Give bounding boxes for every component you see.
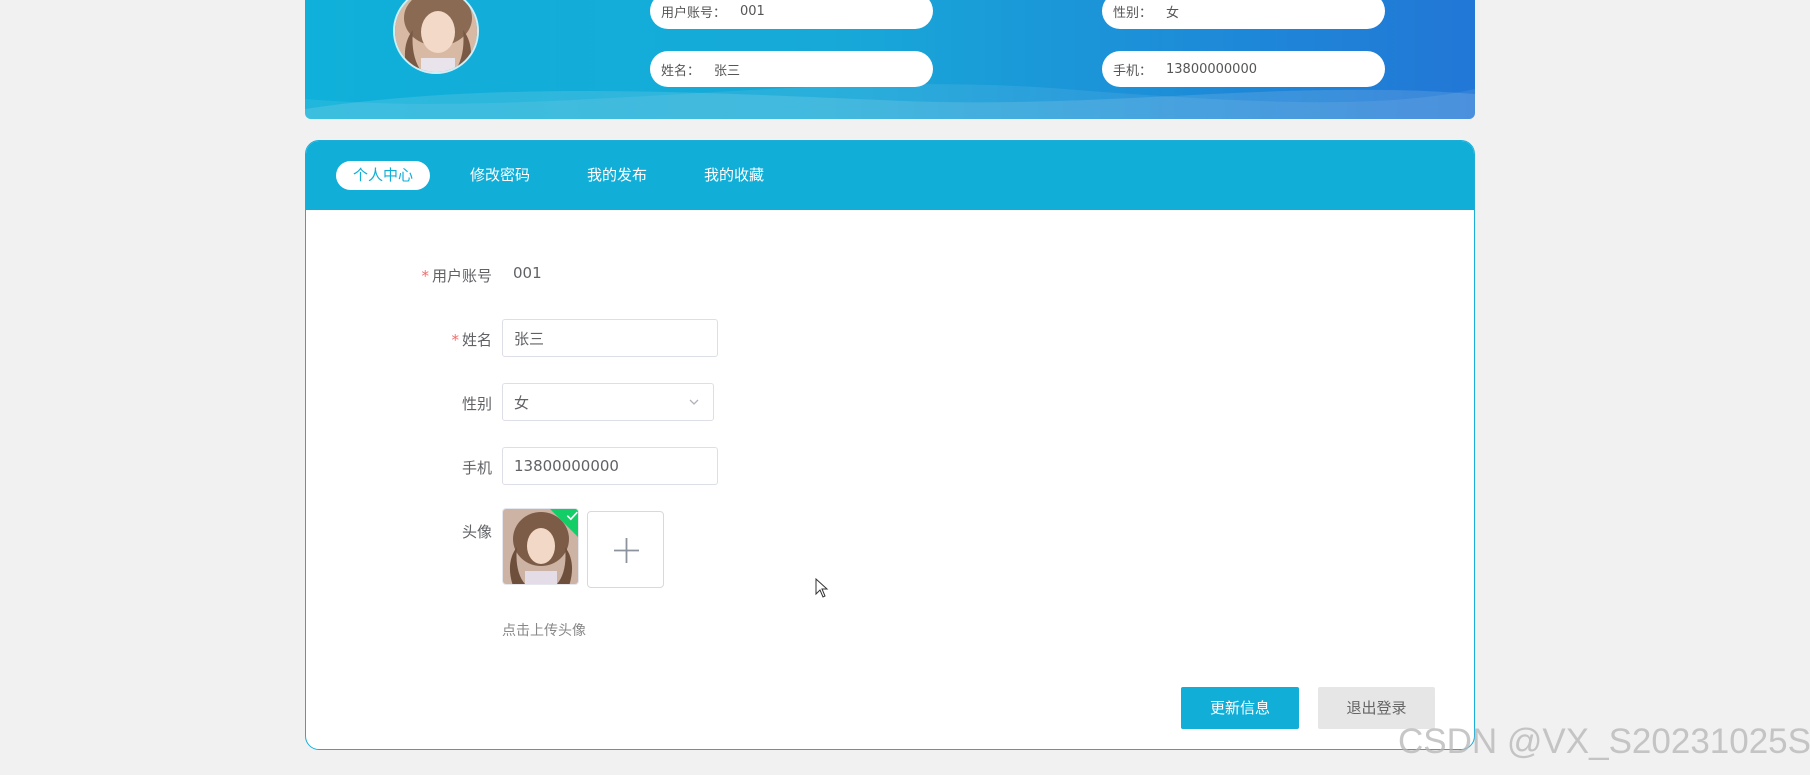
header-gender-label: 性别： bbox=[1113, 5, 1153, 21]
header-account-pill: 用户账号： 001 bbox=[650, 0, 933, 29]
tab-bar: 个人中心 修改密码 我的发布 我的收藏 bbox=[306, 141, 1474, 210]
uploaded-avatar-thumb[interactable] bbox=[502, 508, 579, 585]
header-account-value: 001 bbox=[740, 3, 765, 19]
check-icon bbox=[566, 511, 578, 521]
name-label: * 姓名 bbox=[306, 329, 492, 350]
mouse-cursor-icon bbox=[815, 578, 829, 598]
phone-label: 手机 bbox=[461, 459, 492, 477]
update-info-button[interactable]: 更新信息 bbox=[1181, 687, 1299, 729]
account-label-text: 用户账号 bbox=[431, 267, 492, 285]
header-name-pill: 姓名： 张三 bbox=[650, 51, 933, 87]
header-name-value: 张三 bbox=[714, 63, 741, 79]
avatar-upload-button[interactable] bbox=[587, 511, 664, 588]
csdn-watermark: CSDN @VX_S20231025S bbox=[1398, 722, 1810, 761]
avatar-label: 头像 bbox=[461, 523, 492, 541]
header-gender-pill: 性别： 女 bbox=[1102, 0, 1385, 29]
account-label: * 用户账号 bbox=[306, 265, 492, 286]
avatar-upload-hint: 点击上传头像 bbox=[502, 623, 586, 639]
required-mark: * bbox=[451, 331, 459, 349]
header-phone-pill: 手机： 13800000000 bbox=[1102, 51, 1385, 87]
tab-my-posts[interactable]: 我的发布 bbox=[570, 161, 664, 190]
gender-select[interactable]: 女 bbox=[502, 383, 714, 421]
header-phone-value: 13800000000 bbox=[1166, 61, 1257, 77]
phone-input[interactable]: 13800000000 bbox=[502, 447, 718, 485]
header-account-label: 用户账号： bbox=[661, 5, 727, 21]
name-label-text: 姓名 bbox=[461, 331, 492, 349]
chevron-down-icon bbox=[689, 399, 699, 405]
profile-header: 用户账号： 001 性别： 女 姓名： 张三 手机： 13800000000 bbox=[305, 0, 1475, 119]
gender-label: 性别 bbox=[461, 395, 492, 413]
header-phone-label: 手机： bbox=[1113, 63, 1153, 79]
header-gender-value: 女 bbox=[1166, 5, 1180, 21]
tab-personal-center[interactable]: 个人中心 bbox=[336, 161, 431, 190]
tab-my-favorites[interactable]: 我的收藏 bbox=[687, 161, 781, 190]
profile-panel: 个人中心 修改密码 我的发布 我的收藏 * 用户账号 001 * 姓名 张三 性别 … bbox=[305, 140, 1475, 750]
tab-change-password[interactable]: 修改密码 bbox=[453, 161, 547, 190]
account-value: 001 bbox=[513, 264, 542, 282]
gender-select-value: 女 bbox=[514, 393, 530, 412]
header-name-label: 姓名： bbox=[661, 63, 701, 79]
name-input[interactable]: 张三 bbox=[502, 319, 718, 357]
plus-icon bbox=[614, 538, 639, 563]
required-mark: * bbox=[421, 267, 429, 285]
